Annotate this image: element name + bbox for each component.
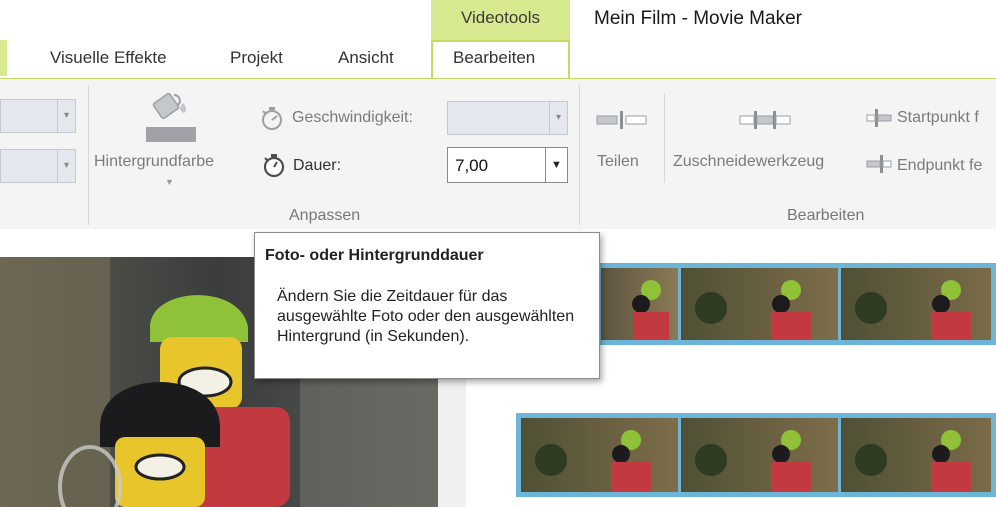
chevron-down-icon: ▾	[57, 100, 75, 132]
trim-icon[interactable]	[739, 111, 791, 129]
dauer-field[interactable]: 7,00 ▼	[447, 147, 568, 183]
chevron-down-icon[interactable]: ▼	[165, 177, 174, 187]
dauer-value[interactable]: 7,00	[455, 156, 488, 176]
dauer-label: Dauer:	[293, 157, 342, 174]
set-start-icon[interactable]	[866, 109, 892, 127]
clip-thumbnail[interactable]	[841, 268, 991, 340]
tooltip: Foto- oder Hintergrunddauer Ändern Sie d…	[254, 232, 600, 379]
split-icon[interactable]	[596, 111, 648, 129]
clip-thumbnail[interactable]	[601, 268, 681, 340]
geschwindigkeit-label: Geschwindigkeit:	[292, 109, 413, 126]
geschwindigkeit-dropdown[interactable]: ▾	[447, 101, 568, 135]
chevron-down-icon: ▾	[549, 102, 567, 134]
left-dropdown-2[interactable]: ▾	[0, 149, 76, 183]
speed-icon	[259, 105, 285, 131]
clip-thumbnail[interactable]	[521, 418, 681, 492]
separator	[88, 85, 89, 225]
timer-icon	[261, 152, 287, 178]
chevron-down-icon[interactable]: ▼	[545, 148, 567, 182]
clip-thumbnail[interactable]	[681, 418, 841, 492]
tab-visuelle-effekte[interactable]: Visuelle Effekte	[50, 48, 167, 68]
storyboard-clip-1[interactable]	[596, 263, 996, 345]
chevron-down-icon: ▾	[57, 150, 75, 182]
tab-ansicht[interactable]: Ansicht	[338, 48, 394, 68]
startpunkt-label[interactable]: Startpunkt f	[897, 109, 979, 127]
tab-projekt[interactable]: Projekt	[230, 48, 283, 68]
tooltip-body: Ändern Sie die Zeitdauer für das ausgewä…	[277, 288, 575, 345]
storyboard-clip-2[interactable]	[516, 413, 996, 497]
window-title: Mein Film - Movie Maker	[594, 8, 802, 29]
context-tab-label: Videotools	[460, 8, 541, 27]
separator	[579, 85, 580, 225]
group-label-bearbeiten: Bearbeiten	[787, 207, 865, 224]
endpunkt-label[interactable]: Endpunkt fe	[897, 157, 982, 175]
teilen-label[interactable]: Teilen	[597, 153, 639, 171]
hintergrundfarbe-label[interactable]: Hintergrundfarbe	[94, 153, 214, 171]
left-dropdown-1[interactable]: ▾	[0, 99, 76, 133]
clip-thumbnail[interactable]	[681, 268, 841, 340]
clip-thumbnail[interactable]	[841, 418, 991, 492]
separator	[664, 93, 665, 183]
set-end-icon[interactable]	[866, 155, 892, 173]
zuschneidewerkzeug-label[interactable]: Zuschneidewerkzeug	[673, 153, 824, 171]
group-label-anpassen: Anpassen	[289, 207, 361, 224]
paint-bucket-icon[interactable]	[146, 89, 196, 145]
tab-accent-strip	[0, 40, 7, 76]
tooltip-title: Foto- oder Hintergrunddauer	[265, 247, 484, 264]
tab-bearbeiten[interactable]: Bearbeiten	[453, 48, 535, 68]
